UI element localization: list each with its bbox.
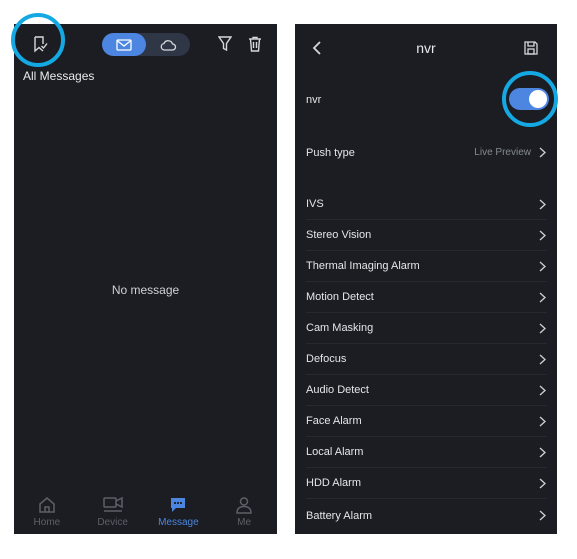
home-icon	[39, 497, 55, 513]
empty-state-text: No message	[111, 283, 180, 297]
device-toggle-label: nvr	[306, 93, 322, 106]
alarm-item-thermal-imaging[interactable]: Thermal Imaging Alarm	[306, 251, 547, 282]
alarm-item-battery-alarm[interactable]: Battery Alarm	[306, 500, 547, 531]
alarm-item-local-alarm[interactable]: Local Alarm	[306, 437, 547, 468]
tab-me[interactable]: Me	[212, 490, 276, 534]
local-messages-tab[interactable]	[102, 33, 146, 56]
alarm-item-label: Thermal Imaging Alarm	[306, 260, 420, 272]
alarm-item-label: IVS	[306, 198, 324, 210]
chevron-right-icon	[537, 147, 547, 159]
alarm-item-motion-detect[interactable]: Motion Detect	[306, 282, 547, 313]
chevron-right-icon	[537, 384, 547, 396]
alarm-item-label: Local Alarm	[306, 446, 364, 458]
chevron-right-icon	[537, 229, 547, 241]
chevron-right-icon	[537, 510, 547, 522]
alarm-item-label: Motion Detect	[306, 291, 374, 303]
alarm-item-label: Audio Detect	[306, 384, 369, 396]
alarm-item-label: Defocus	[306, 353, 347, 365]
alarm-item-face-alarm[interactable]: Face Alarm	[306, 406, 547, 437]
chevron-right-icon	[537, 291, 547, 303]
mail-icon	[116, 38, 132, 51]
filter-icon[interactable]	[215, 34, 235, 54]
chevron-right-icon	[537, 260, 547, 272]
alarm-item-label: Stereo Vision	[306, 229, 372, 241]
chevron-right-icon	[537, 198, 547, 210]
tab-message[interactable]: Message	[146, 490, 210, 534]
message-source-toggle	[102, 33, 190, 56]
alarm-item-label: Cam Masking	[306, 322, 374, 334]
chevron-right-icon	[537, 477, 547, 489]
person-icon	[236, 497, 252, 514]
section-title: All Messages	[23, 69, 95, 83]
push-type-row[interactable]: Push type Live Preview	[306, 137, 547, 168]
cloud-messages-tab[interactable]	[146, 33, 190, 56]
messages-screen: All Messages No message Home Device Mess…	[14, 24, 277, 534]
tab-label: Message	[158, 517, 199, 528]
alarm-item-cam-masking[interactable]: Cam Masking	[306, 313, 547, 344]
tab-label: Device	[97, 517, 128, 528]
push-type-label: Push type	[306, 146, 355, 159]
trash-icon[interactable]	[245, 34, 265, 54]
tab-label: Home	[33, 517, 61, 528]
alarm-item-defocus[interactable]: Defocus	[306, 344, 547, 375]
alarm-item-label: Face Alarm	[306, 415, 362, 427]
alarm-item-ivs[interactable]: IVS	[306, 189, 547, 220]
alarm-item-label: HDD Alarm	[306, 477, 362, 489]
alarm-item-stereo-vision[interactable]: Stereo Vision	[306, 220, 547, 251]
alarm-item-hdd-alarm[interactable]: HDD Alarm	[306, 468, 547, 499]
cloud-icon	[160, 39, 177, 51]
push-type-value: Live Preview	[474, 147, 531, 158]
page-title: nvr	[416, 40, 436, 56]
highlight-circle-toggle	[502, 71, 558, 127]
tab-device[interactable]: Device	[81, 490, 145, 534]
highlight-circle-mark-read	[11, 13, 65, 67]
device-icon	[102, 496, 123, 512]
chevron-right-icon	[537, 415, 547, 427]
tab-label: Me	[237, 517, 252, 528]
message-icon	[171, 498, 186, 512]
chevron-right-icon	[537, 446, 547, 458]
save-icon[interactable]	[521, 38, 541, 58]
alarm-item-audio-detect[interactable]: Audio Detect	[306, 375, 547, 406]
chevron-right-icon	[537, 353, 547, 365]
alarm-item-label: Battery Alarm	[306, 509, 373, 522]
bottom-tab-bar: Home Device Message Me	[14, 490, 277, 534]
tab-home[interactable]: Home	[15, 490, 79, 534]
chevron-right-icon	[537, 322, 547, 334]
